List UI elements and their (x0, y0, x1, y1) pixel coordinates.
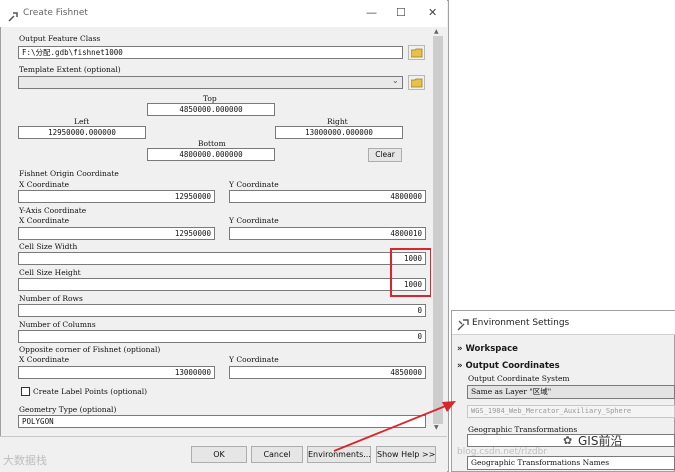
top-input[interactable]: 4850000.000000 (147, 103, 275, 116)
chevron-down-icon: ⌄ (392, 76, 399, 85)
geo-transform-names-header: Geographic Transformations Names (467, 456, 675, 470)
ocs-dropdown[interactable]: Same as Layer "区域" (467, 385, 675, 399)
output-coordinates-label: Output Coordinates (465, 361, 560, 371)
ocs-label: Output Coordinate System (468, 374, 570, 383)
geometry-type-label: Geometry Type (optional) (19, 405, 117, 414)
ocs-name-field: WGS_1984_Web_Mercator_Auxiliary_Sphere (467, 405, 675, 418)
rows-label: Number of Rows (19, 294, 83, 303)
env-title: Environment Settings (472, 318, 570, 328)
label-points-checkbox[interactable] (21, 387, 30, 396)
columns-label: Number of Columns (19, 320, 96, 329)
scrollbar-thumb[interactable] (433, 36, 443, 424)
clear-button[interactable]: Clear (368, 148, 402, 162)
dialog-title: Create Fishnet (23, 8, 88, 18)
bottom-input[interactable]: 4800000.000000 (147, 148, 275, 161)
opposite-corner-label: Opposite corner of Fishnet (optional) (19, 345, 161, 354)
cell-width-label: Cell Size Width (19, 242, 78, 251)
cell-height-input[interactable]: 1000 (18, 278, 426, 291)
folder-icon (411, 48, 423, 58)
template-extent-label: Template Extent (optional) (19, 65, 121, 74)
origin-label: Fishnet Origin Coordinate (19, 169, 119, 178)
tool-icon (8, 7, 19, 22)
output-coordinates-section[interactable]: » Output Coordinates (457, 361, 560, 371)
origin-y-label: Y Coordinate (229, 180, 279, 189)
highlight-box (390, 248, 432, 297)
label-points-label: Create Label Points (optional) (33, 387, 148, 396)
origin-y-input[interactable]: 4800000 (229, 190, 426, 203)
annotation-arrow (333, 401, 456, 452)
top-label: Top (203, 94, 217, 103)
minimize-icon[interactable]: — (366, 6, 377, 19)
cancel-button[interactable]: Cancel (251, 446, 303, 463)
right-label: Right (327, 117, 348, 126)
wechat-icon: ✿ (563, 434, 573, 447)
opposite-x-label: X Coordinate (19, 355, 70, 364)
browse-template-button[interactable] (408, 75, 425, 90)
cell-height-label: Cell Size Height (19, 268, 81, 277)
origin-x-label: X Coordinate (19, 180, 70, 189)
scroll-up-icon[interactable]: ▲ (434, 28, 439, 35)
browse-output-button[interactable] (408, 45, 425, 60)
origin-x-input[interactable]: 12950000 (18, 190, 215, 203)
rows-input[interactable]: 0 (18, 304, 426, 317)
y-axis-y-input[interactable]: 4800010 (229, 227, 426, 240)
tools-icon (457, 316, 469, 335)
workspace-section[interactable]: » Workspace (457, 344, 518, 354)
y-axis-x-input[interactable]: 12950000 (18, 227, 215, 240)
geo-transform-label: Geographic Transformations (468, 425, 578, 434)
ok-button[interactable]: OK (191, 446, 247, 463)
folder-icon (411, 78, 423, 88)
output-feature-class-label: Output Feature Class (19, 34, 101, 43)
bottom-label: Bottom (198, 139, 226, 148)
opposite-y-input[interactable]: 4850000 (229, 366, 426, 379)
cell-width-input[interactable]: 1000 (18, 252, 426, 265)
opposite-y-label: Y Coordinate (229, 355, 279, 364)
workspace-label: Workspace (465, 344, 518, 354)
opposite-x-input[interactable]: 13000000 (18, 366, 215, 379)
template-extent-dropdown[interactable] (18, 76, 403, 89)
maximize-icon[interactable]: ☐ (396, 6, 406, 19)
y-axis-x-label: X Coordinate (19, 216, 70, 225)
y-axis-label: Y-Axis Coordinate (19, 206, 87, 215)
left-input[interactable]: 12950000.000000 (18, 126, 146, 139)
right-input[interactable]: 13000000.000000 (275, 126, 403, 139)
dialog-titlebar[interactable]: Create Fishnet — ☐ ✕ (0, 0, 447, 27)
columns-input[interactable]: 0 (18, 330, 426, 343)
close-icon[interactable]: ✕ (428, 6, 437, 19)
left-label: Left (74, 117, 90, 126)
output-feature-class-input[interactable]: F:\分配.gdb\fishnet1000 (18, 46, 403, 59)
brand-watermark: GIS前沿 (578, 434, 623, 448)
y-axis-y-label: Y Coordinate (229, 216, 279, 225)
url-watermark: blog.csdn.net/rlzdbr (457, 447, 548, 457)
watermark-logo: 大数据栈 (3, 454, 47, 467)
